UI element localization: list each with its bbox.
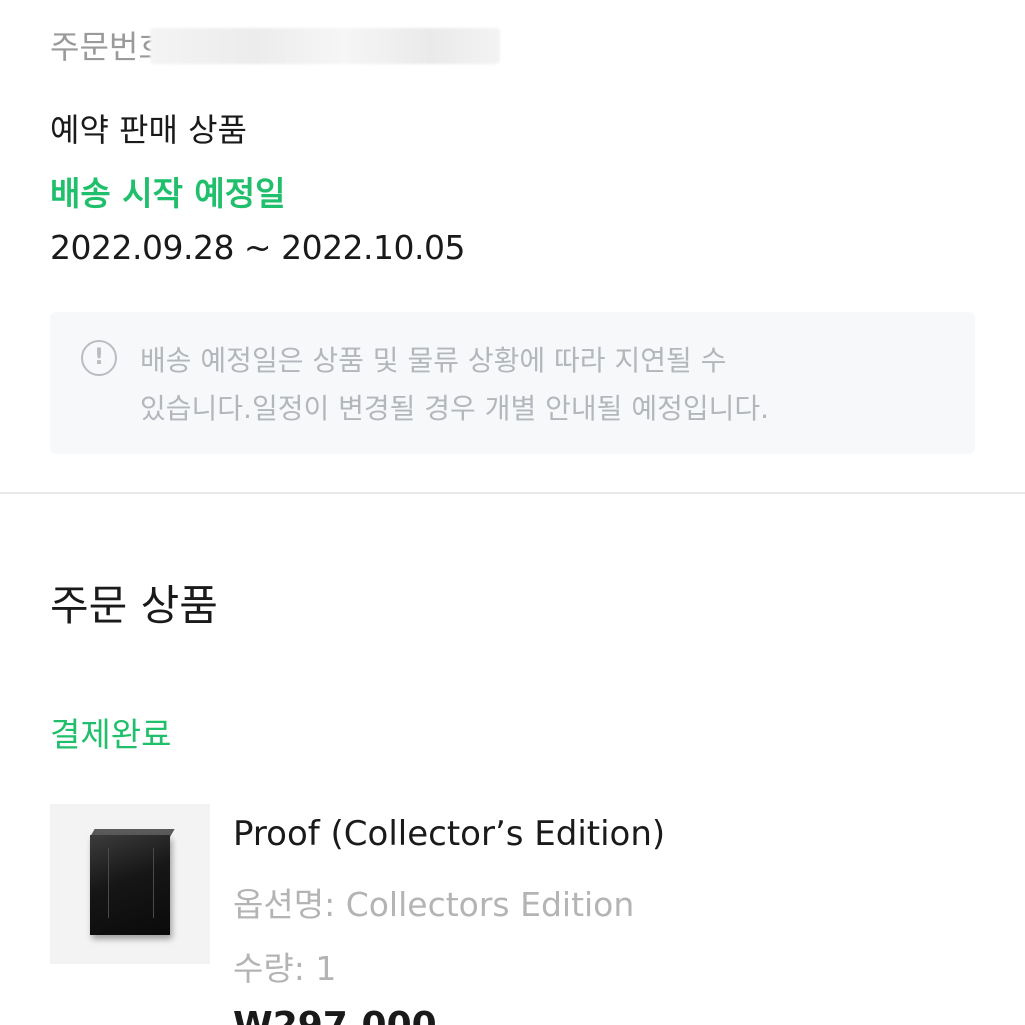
option-value: Collectors Edition [345, 885, 635, 924]
section-divider [0, 492, 1025, 494]
product-name[interactable]: Proof (Collector’s Edition) [233, 814, 665, 854]
ship-date-range: 2022.09.28 ~ 2022.10.05 [50, 228, 466, 267]
product-quantity: 수량: 1 [233, 942, 336, 990]
info-circle-icon: ! [81, 340, 117, 376]
notice-line-1: 배송 예정일은 상품 및 물류 상황에 따라 지연될 수 [140, 344, 727, 377]
product-price: W297,000 [233, 1005, 437, 1025]
product-option: 옵션명: Collectors Edition [233, 878, 634, 926]
order-number-redacted [150, 28, 500, 64]
preorder-label: 예약 판매 상품 [50, 111, 247, 149]
product-box-detail [108, 848, 154, 918]
payment-status: 결제완료 [50, 715, 172, 754]
ship-start-label: 배송 시작 예정일 [50, 174, 286, 213]
notice-line-2: 있습니다.일정이 변경될 경우 개별 안내될 예정입니다. [140, 392, 770, 425]
shipping-notice-text: 배송 예정일은 상품 및 물류 상황에 따라 지연될 수 있습니다.일정이 변경… [140, 337, 930, 433]
quantity-value: 1 [315, 949, 337, 988]
quantity-label: 수량: [233, 949, 305, 988]
order-items-title: 주문 상품 [50, 581, 218, 630]
option-label: 옵션명: [233, 885, 336, 924]
